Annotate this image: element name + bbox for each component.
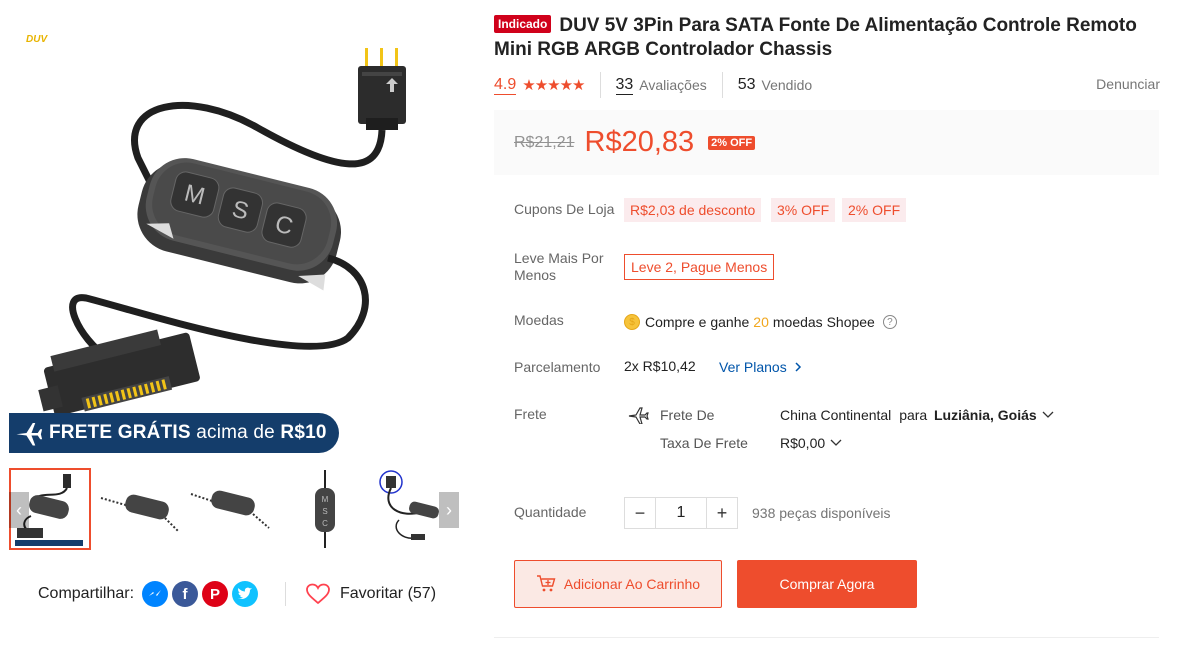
section-divider <box>494 637 1159 638</box>
shipping-to-text: para <box>899 407 928 423</box>
price-box: R$21,21 R$20,83 2% OFF <box>494 110 1159 175</box>
share-row: Compartilhar: f P <box>38 578 259 610</box>
product-gallery: M S C DUV FRETE GRÁTIS acima de R$10 M S… <box>0 0 480 666</box>
coins-info: $ Compre e ganhe 20 moedas Shopee ? <box>624 312 897 332</box>
controller-product-photo: M S C <box>38 48 406 416</box>
bundle-label: Leve Mais Por Menos <box>514 250 603 284</box>
shipping-origin: China Continental para <box>780 407 931 423</box>
buy-now-button[interactable]: Comprar Agora <box>737 560 917 608</box>
coupon-chip-2[interactable]: 3% OFF <box>771 198 836 222</box>
shipping-fee-select[interactable]: R$0,00 <box>780 435 842 451</box>
product-main-image[interactable]: M S C DUV <box>8 8 460 456</box>
sold-count: 53 <box>737 76 756 93</box>
product-title-text: DUV 5V 3Pin Para SATA Fonte De Alimentaç… <box>494 15 1137 60</box>
coins-label: Moedas <box>514 312 564 328</box>
twitter-icon[interactable] <box>232 581 259 607</box>
coupon-chip-3[interactable]: 2% OFF <box>842 198 907 222</box>
free-shipping-banner: FRETE GRÁTIS acima de R$10 <box>9 413 339 453</box>
buy-now-label: Comprar Agora <box>779 576 875 592</box>
stats-divider <box>599 72 601 98</box>
coins-amount: 20 <box>753 314 769 330</box>
thumbnail-next-arrow[interactable]: › <box>439 492 459 528</box>
thumbnail-prev-arrow[interactable]: ‹ <box>9 492 29 528</box>
coupon-chip-1[interactable]: R$2,03 de desconto <box>624 198 762 222</box>
installments-value: 2x R$10,42 <box>624 358 696 374</box>
add-to-cart-button[interactable]: Adicionar Ao Carrinho <box>514 560 722 608</box>
airplane-icon <box>9 413 49 453</box>
shipping-fee-label: Taxa De Frete <box>660 435 748 451</box>
favorite-button[interactable]: Favoritar (57) <box>306 580 436 608</box>
stock-available: 938 peças disponíveis <box>752 505 891 521</box>
favorite-label: Favoritar (57) <box>340 585 437 602</box>
current-price: R$20,83 <box>584 126 695 158</box>
banner-amount: R$10 <box>280 422 327 443</box>
svg-text:S: S <box>322 507 327 516</box>
quantity-input[interactable]: 1 <box>656 497 706 529</box>
shipping-fee: R$0,00 <box>780 435 826 451</box>
sold-label: Vendido <box>761 77 813 93</box>
chevron-down-icon <box>1042 411 1054 418</box>
quantity-label: Quantidade <box>514 504 587 520</box>
decrease-quantity-button[interactable]: − <box>624 497 656 529</box>
product-stats: 4.9 ★★★★★ 33 Avaliações 53 Vendido Denun… <box>494 72 1160 98</box>
facebook-icon[interactable]: f <box>172 581 199 607</box>
thumbnail-strip: M S C ‹ › <box>9 468 459 552</box>
see-plans-label: Ver Planos <box>719 359 787 375</box>
chevron-right-icon <box>795 362 801 372</box>
product-details: Indicado DUV 5V 3Pin Para SATA Fonte De A… <box>494 0 1160 666</box>
see-plans-link[interactable]: Ver Planos <box>719 359 803 375</box>
thumbnail-3[interactable] <box>189 468 271 550</box>
coins-text-after: moedas Shopee <box>772 314 875 330</box>
pinterest-icon[interactable]: P <box>202 581 229 607</box>
report-link[interactable]: Denunciar <box>1096 76 1160 92</box>
help-icon[interactable]: ? <box>882 315 897 329</box>
shipping-label: Frete <box>514 406 547 422</box>
product-title: Indicado DUV 5V 3Pin Para SATA Fonte De A… <box>494 14 1154 62</box>
reviews-count[interactable]: 33 <box>615 76 634 95</box>
brand-watermark: DUV <box>26 34 48 45</box>
coins-text-before: Compre e ganhe <box>645 314 750 330</box>
rating-stars-icon: ★★★★★ <box>522 77 585 94</box>
free-shipping-text: FRETE GRÁTIS acima de R$10 <box>49 422 327 444</box>
bundle-deal-badge[interactable]: Leve 2, Pague Menos <box>624 254 775 280</box>
shipping-from-label: Frete De <box>660 407 715 423</box>
shipping-origin-text: China Continental <box>780 407 892 423</box>
shopee-coin-icon: $ <box>624 314 640 330</box>
bundle-label-line2: Menos <box>514 267 557 283</box>
messenger-icon[interactable] <box>142 581 169 607</box>
thumbnail-2[interactable] <box>99 468 181 550</box>
stats-divider <box>721 72 723 98</box>
svg-text:M: M <box>322 495 329 504</box>
shipping-destination-select[interactable]: Luziânia, Goiás <box>934 407 1054 423</box>
chevron-down-icon <box>830 439 842 446</box>
banner-strong-text: FRETE GRÁTIS <box>49 422 191 443</box>
banner-light-text: acima de <box>196 422 275 443</box>
bundle-label-line1: Leve Mais Por <box>514 250 604 266</box>
thumbnail-4[interactable]: M S C <box>281 468 363 550</box>
svg-text:C: C <box>322 519 328 528</box>
add-to-cart-label: Adicionar Ao Carrinho <box>563 576 701 592</box>
airplane-icon <box>628 407 649 424</box>
cart-icon <box>536 575 556 592</box>
rating-value[interactable]: 4.9 <box>494 76 517 95</box>
indicado-badge: Indicado <box>494 15 552 33</box>
increase-quantity-button[interactable]: + <box>706 497 738 529</box>
quantity-stepper: − 1 + <box>624 497 738 529</box>
share-divider <box>285 582 286 606</box>
discount-badge: 2% OFF <box>708 135 756 150</box>
original-price: R$21,21 <box>514 133 575 151</box>
installments-label: Parcelamento <box>514 359 601 375</box>
heart-icon <box>306 583 330 605</box>
reviews-label: Avaliações <box>639 77 707 93</box>
shipping-destination: Luziânia, Goiás <box>934 407 1037 423</box>
share-label: Compartilhar: <box>38 585 135 602</box>
coupons-label: Cupons De Loja <box>514 201 615 217</box>
